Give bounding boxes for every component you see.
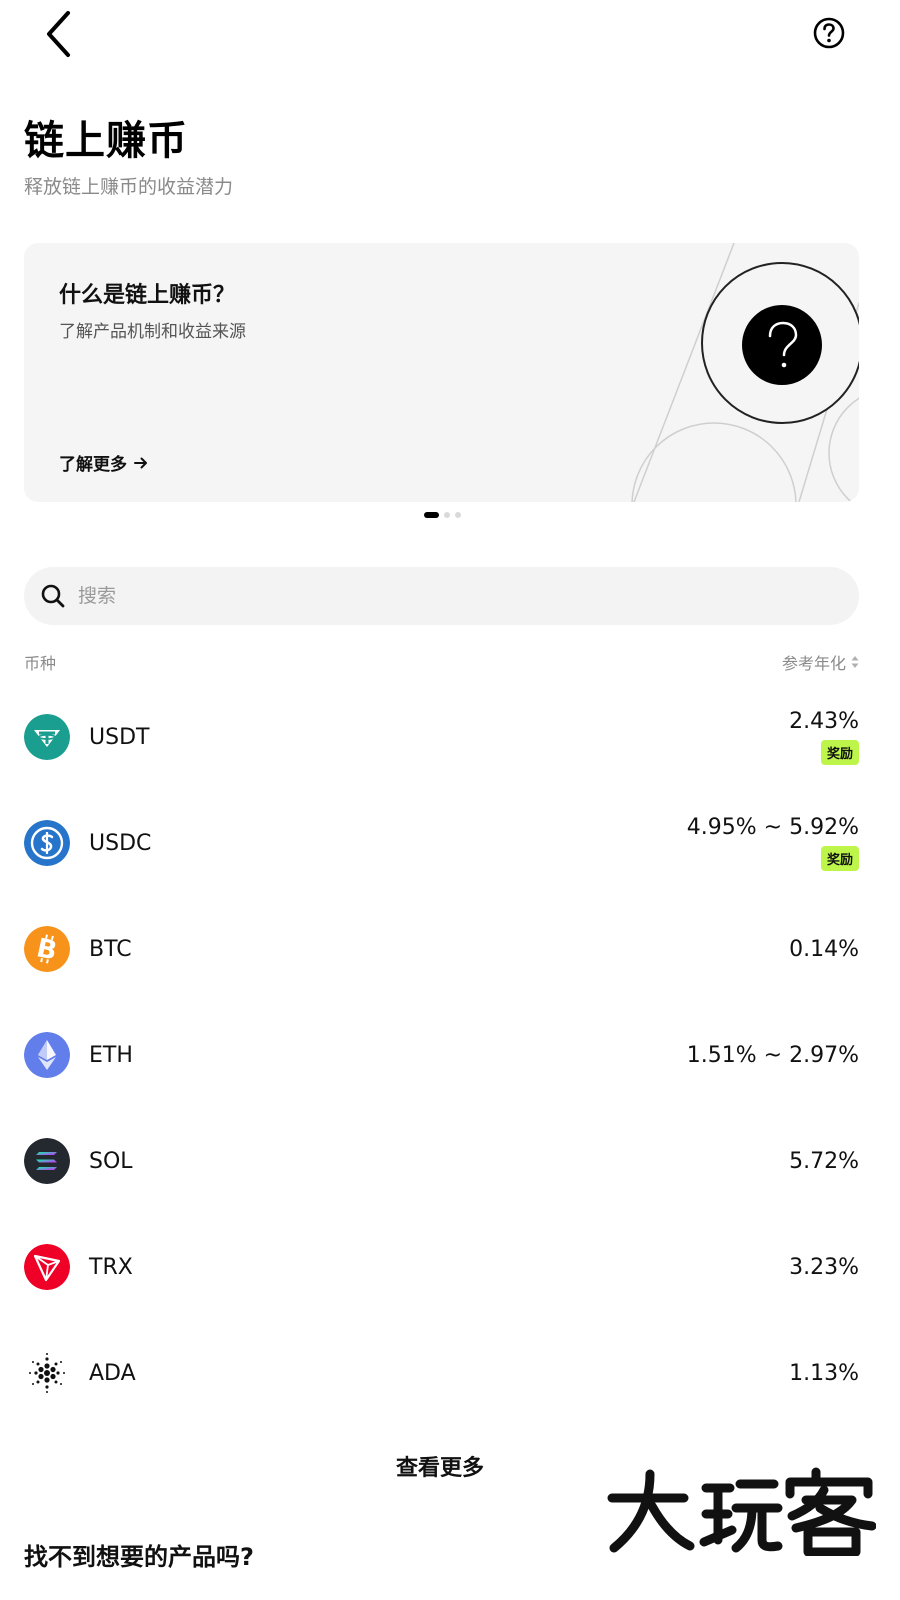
learn-more-label: 了解更多 [59, 455, 127, 475]
trx-icon [24, 1244, 70, 1290]
carousel-indicator [424, 512, 461, 518]
banner-illustration [631, 243, 859, 502]
coin-apy-block: 1.51% ~ 2.97% [687, 1043, 859, 1068]
coin-row-trx[interactable]: TRX 3.23% [24, 1214, 859, 1320]
search-icon [41, 584, 65, 608]
reward-badge: 奖励 [820, 846, 859, 871]
eth-icon [24, 1032, 70, 1078]
banner-title: 什么是链上赚币？ [59, 283, 236, 308]
coin-apy-block: 2.43% 奖励 [789, 709, 859, 765]
chevron-left-icon [47, 11, 70, 57]
page-subtitle: 释放链上赚币的收益潜力 [24, 176, 234, 198]
coin-symbol: BTC [89, 936, 132, 962]
coin-symbol: ETH [89, 1042, 133, 1068]
coin-symbol: USDC [89, 830, 152, 856]
sort-icon [851, 656, 859, 668]
banner-description: 了解产品机制和收益来源 [59, 322, 246, 342]
watermark-logo [607, 1467, 876, 1556]
section-title: 找不到想要的产品吗? [24, 1543, 254, 1571]
btc-icon: B [24, 926, 70, 972]
carousel-dot[interactable] [455, 512, 461, 518]
coin-row-eth[interactable]: ETH 1.51% ~ 2.97% [24, 1002, 859, 1108]
coin-apy-block: 5.72% [789, 1149, 859, 1174]
coin-symbol: USDT [89, 724, 150, 750]
reward-badge: 奖励 [820, 740, 859, 765]
coin-apy: 2.43% [789, 709, 859, 734]
info-banner[interactable]: 什么是链上赚币？ 了解产品机制和收益来源 了解更多 [24, 243, 859, 502]
carousel-dot[interactable] [444, 512, 450, 518]
ada-icon [24, 1350, 70, 1396]
coin-apy-block: 0.14% [789, 937, 859, 962]
coin-symbol: ADA [89, 1360, 136, 1386]
coin-apy-block: 4.95% ~ 5.92% 奖励 [687, 815, 859, 871]
coin-row-ada[interactable]: ADA 1.13% [24, 1320, 859, 1426]
usdt-icon [24, 714, 70, 760]
question-circle-icon [813, 17, 845, 49]
column-header-coin: 币种 [24, 654, 57, 673]
coin-symbol: SOL [89, 1148, 133, 1174]
coin-apy: 0.14% [789, 936, 859, 962]
coin-row-usdc[interactable]: USDC 4.95% ~ 5.92% 奖励 [24, 790, 859, 896]
coin-row-usdt[interactable]: USDT 2.43% 奖励 [24, 684, 859, 790]
coin-apy: 5.72% [789, 1148, 859, 1174]
carousel-dot-active[interactable] [424, 512, 439, 518]
column-header-apy[interactable]: 参考年化 [782, 650, 859, 674]
coin-apy: 3.23% [789, 1254, 859, 1280]
coin-apy-block: 3.23% [789, 1255, 859, 1280]
arrow-right-icon [134, 457, 147, 468]
page: 链上赚币 释放链上赚币的收益潜力 什么是链上赚币？ 了解产品机制和收益来源 了解… [0, 0, 900, 1600]
usdc-icon [24, 820, 70, 866]
search-bar[interactable] [24, 567, 859, 625]
coin-apy: 1.13% [789, 1360, 859, 1386]
coin-row-btc[interactable]: B BTC 0.14% [24, 896, 859, 1002]
coin-apy-block: 1.13% [789, 1361, 859, 1386]
coin-apy: 1.51% ~ 2.97% [686, 1042, 859, 1068]
page-title: 链上赚币 [24, 118, 188, 164]
learn-more-link[interactable]: 了解更多 [59, 450, 149, 475]
coin-apy: 4.95% ~ 5.92% [686, 815, 859, 840]
apy-header-label: 参考年化 [781, 654, 846, 673]
back-button[interactable] [40, 8, 84, 64]
coin-row-sol[interactable]: SOL 5.72% [24, 1108, 859, 1214]
help-button[interactable] [812, 16, 846, 50]
search-input[interactable] [78, 585, 778, 607]
sol-icon [24, 1138, 70, 1184]
coin-symbol: TRX [89, 1254, 133, 1280]
